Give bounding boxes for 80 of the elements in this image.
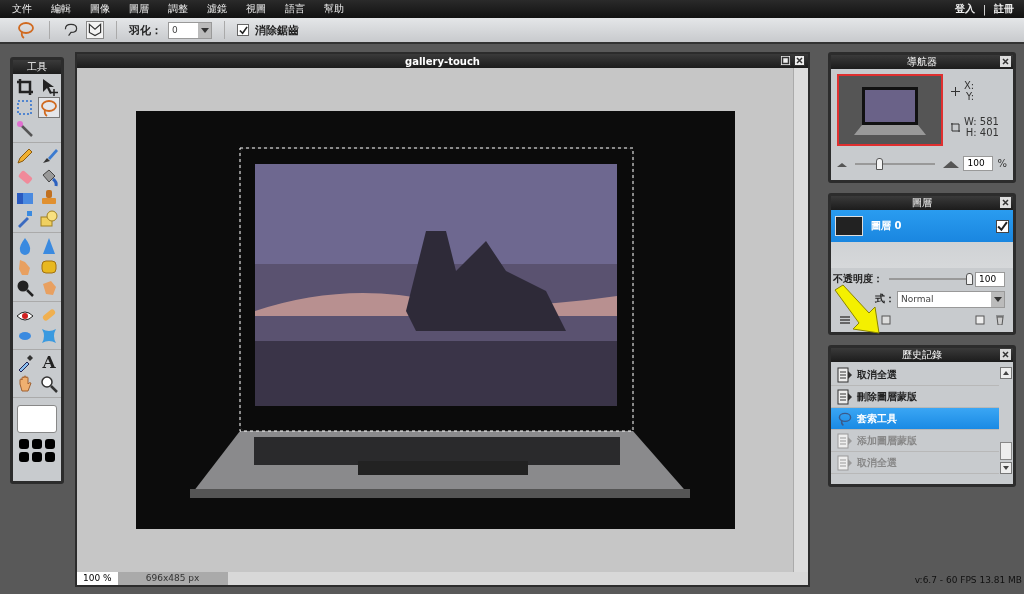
lasso-icon xyxy=(63,22,79,38)
lasso-icon xyxy=(837,410,853,427)
lasso-icon xyxy=(39,97,59,118)
menu-item[interactable]: 視圖 xyxy=(246,2,266,16)
layer-style-icon[interactable] xyxy=(839,314,851,325)
document-icon xyxy=(837,432,853,449)
vertical-scrollbar[interactable] xyxy=(793,68,808,572)
opacity-field[interactable]: 100 xyxy=(975,271,1005,287)
feather-label: 羽化： xyxy=(129,22,162,38)
layer-thumbnail xyxy=(835,216,863,236)
layer-name: 圖層 0 xyxy=(871,219,903,233)
shapes-icon xyxy=(39,208,59,229)
zoom-icon xyxy=(39,373,59,394)
zoom-field[interactable]: 100 % xyxy=(77,572,118,585)
register-link[interactable]: 註冊 xyxy=(994,2,1014,16)
menu-item[interactable]: 編輯 xyxy=(51,2,71,16)
visibility-checkbox[interactable] xyxy=(996,219,1009,233)
document-icon xyxy=(837,388,853,405)
color-swatch[interactable] xyxy=(17,405,57,433)
zoom-tool[interactable] xyxy=(38,373,60,394)
dimensions-icon xyxy=(951,122,960,132)
height-value: H: 401 xyxy=(965,127,999,138)
zoom-in-icon[interactable] xyxy=(943,159,960,168)
close-icon[interactable] xyxy=(1000,197,1011,208)
menu-item[interactable]: 濾鏡 xyxy=(207,2,227,16)
panel-title: 工具 xyxy=(13,60,61,74)
crop-tool[interactable] xyxy=(14,76,36,97)
menu-item[interactable]: 圖像 xyxy=(90,2,110,16)
antialias-checkbox[interactable] xyxy=(237,24,249,36)
window-title: gallery-touch xyxy=(405,55,480,67)
wand-icon xyxy=(15,118,35,139)
history-item[interactable]: 取消全選 xyxy=(831,364,999,386)
image-size: 696x485 px xyxy=(117,572,228,585)
marquee-icon xyxy=(15,97,35,118)
vertical-scrollbar[interactable] xyxy=(999,364,1013,474)
scroll-thumb[interactable] xyxy=(1000,442,1012,460)
crosshair-icon xyxy=(951,86,960,96)
document-icon xyxy=(837,366,853,383)
panel-title: 導航器 xyxy=(907,55,937,69)
menu-item[interactable]: 幫助 xyxy=(324,2,344,16)
version-info: v:6.7 - 60 FPS 13.81 MB xyxy=(913,575,1022,585)
menu-separator: | xyxy=(982,3,986,15)
blend-mode-dropdown[interactable]: Normal xyxy=(897,290,1005,308)
percent-label: % xyxy=(997,158,1007,169)
crop-icon xyxy=(15,76,35,97)
y-label: Y: xyxy=(966,91,975,102)
login-link[interactable]: 登入 xyxy=(954,2,975,16)
document-icon xyxy=(837,454,853,471)
text-tool[interactable]: A xyxy=(38,352,60,373)
opacity-label: 不透明度： xyxy=(833,272,883,286)
polygon-lasso-icon xyxy=(87,22,103,38)
close-icon[interactable] xyxy=(794,55,805,66)
panel-title: 圖層 xyxy=(912,196,932,210)
zoom-out-icon[interactable] xyxy=(837,160,847,167)
caret-icon xyxy=(200,27,209,33)
zoom-field[interactable]: 100 xyxy=(963,156,994,171)
feather-dropdown[interactable]: 0 xyxy=(168,21,212,39)
scroll-down-icon[interactable] xyxy=(1000,462,1012,474)
menu-item[interactable]: 語言 xyxy=(285,2,305,16)
lasso-mode-button[interactable] xyxy=(86,21,104,39)
width-value: W: 581 xyxy=(964,116,999,127)
close-icon[interactable] xyxy=(1000,56,1011,67)
maximize-icon[interactable] xyxy=(780,55,791,66)
caret-icon xyxy=(993,296,1002,302)
antialias-label: 消除鋸齒 xyxy=(255,22,299,38)
close-icon[interactable] xyxy=(1000,349,1011,360)
lasso-mode-button[interactable] xyxy=(62,21,80,39)
trash-icon[interactable] xyxy=(995,314,1005,325)
menu-item[interactable]: 圖層 xyxy=(129,2,149,16)
x-label: X: xyxy=(964,80,975,91)
scroll-up-icon[interactable] xyxy=(1000,367,1012,379)
laptop-drawing xyxy=(854,87,926,135)
menu-item[interactable]: 文件 xyxy=(12,2,32,16)
lasso-icon xyxy=(15,20,37,40)
navigator-thumbnail[interactable] xyxy=(837,74,943,146)
menu-item[interactable]: 調整 xyxy=(168,2,188,16)
panel-title: 歷史記錄 xyxy=(902,348,942,362)
blend-mode-label: 式： xyxy=(874,292,895,306)
lasso-tool[interactable] xyxy=(38,97,60,118)
arrow-drawing xyxy=(833,284,883,334)
